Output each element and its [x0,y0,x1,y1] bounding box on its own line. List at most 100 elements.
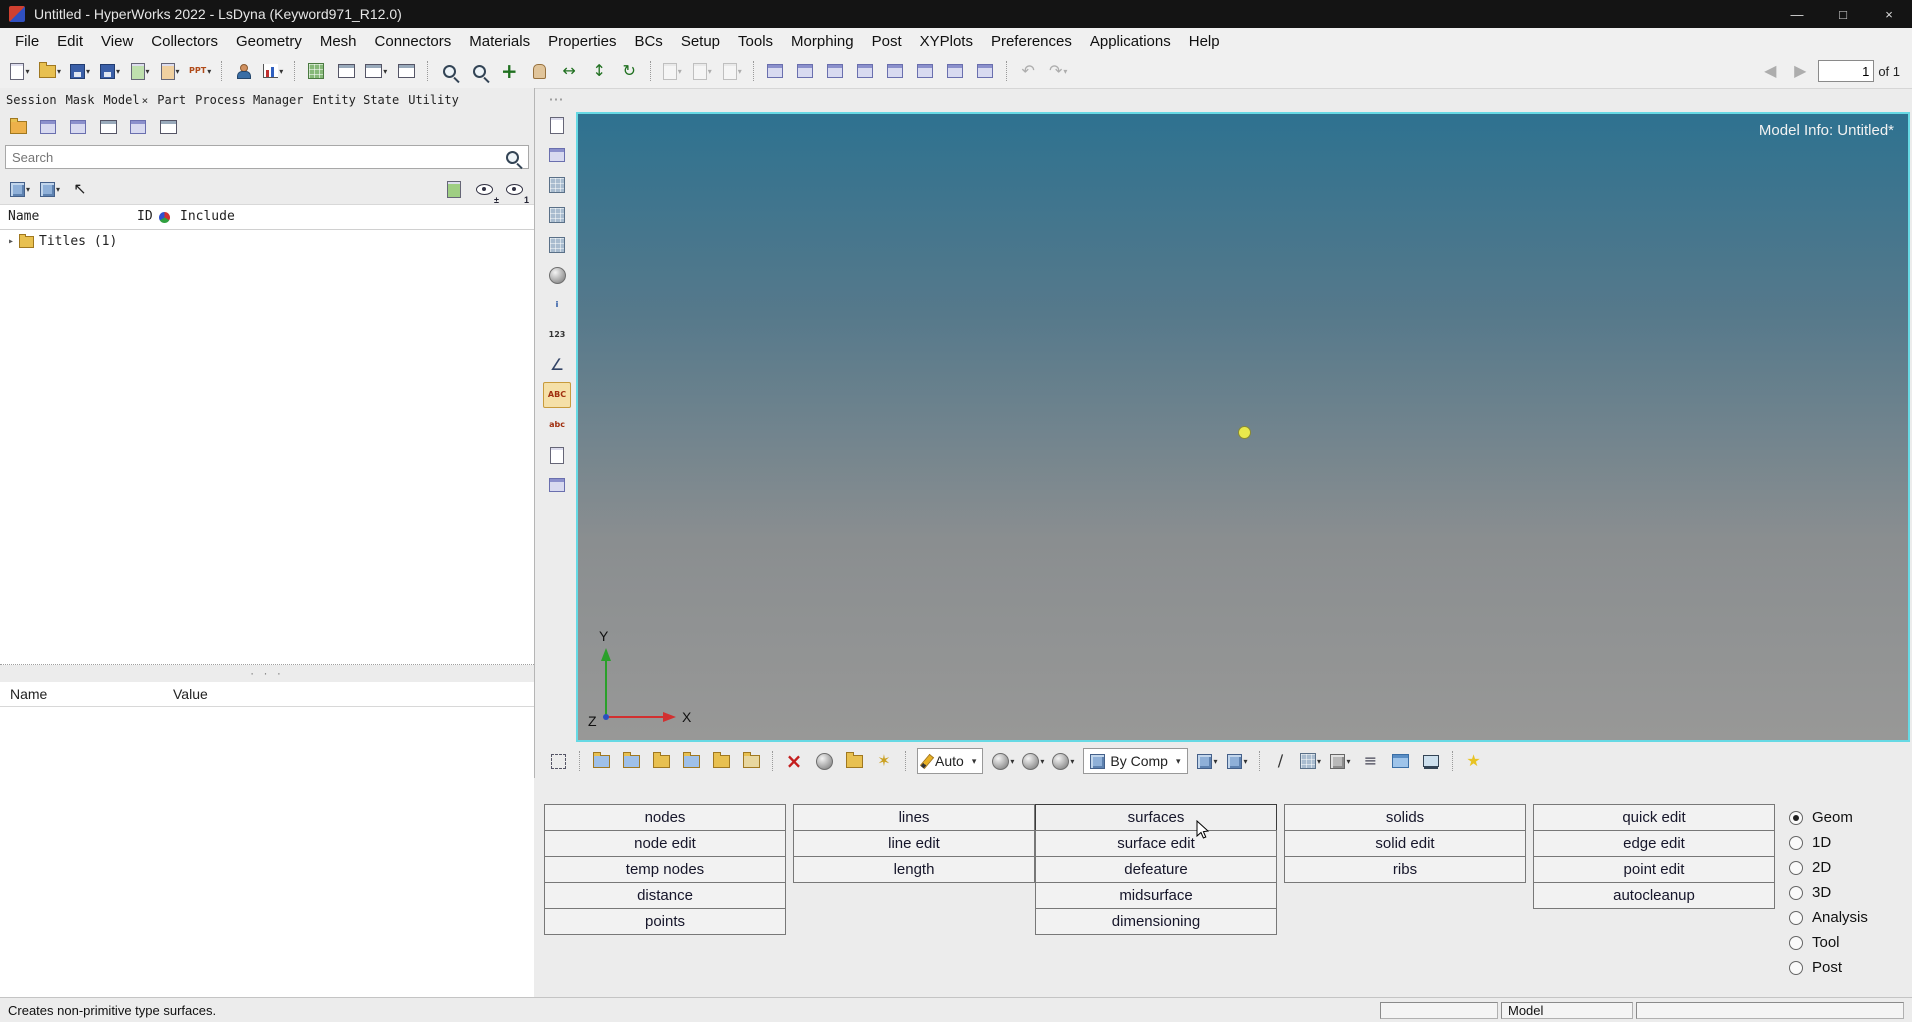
geometry-shade-icon-dropdown[interactable]: ▾ [1243,757,1247,766]
open-session-icon[interactable] [840,747,868,775]
feature-angle-icon[interactable]: ▾ [1297,747,1325,775]
tab-entity-state[interactable]: Entity State [313,93,400,107]
wireframe-icon[interactable]: ∕ [1267,747,1295,775]
delete-entities-icon[interactable]: × [780,747,808,775]
menu-connectors[interactable]: Connectors [366,33,461,50]
export-solver-deck-icon[interactable] [707,747,735,775]
session-folder-icon[interactable] [737,747,765,775]
measure-angle-icon[interactable]: ∠ [543,352,571,378]
pan-hand-icon[interactable] [525,57,553,85]
tags-icon[interactable]: abc [543,412,571,438]
numbering-icon[interactable]: 123 [543,322,571,348]
screen-display-icon[interactable] [543,472,571,498]
menu-file[interactable]: File [6,33,48,50]
performance-monitor-icon[interactable] [1417,747,1445,775]
tab-close-icon[interactable]: × [142,94,149,107]
show-entities-dropdown-icon[interactable]: ▾ [6,175,34,203]
record-window-icon[interactable] [971,57,999,85]
cut-icon-dropdown[interactable]: ▾ [678,67,682,76]
minimize-button[interactable]: — [1774,0,1820,28]
menu-geometry[interactable]: Geometry [227,33,311,50]
panel-button-length[interactable]: length [793,856,1035,883]
matrix-panel-icon[interactable] [543,202,571,228]
maximize-button[interactable]: □ [1820,0,1866,28]
menu-applications[interactable]: Applications [1081,33,1180,50]
geometry-color-mode-dropdown[interactable]: Auto [917,748,984,774]
redo-icon-dropdown[interactable]: ▾ [1063,67,1067,76]
mode-tool[interactable]: Tool [1789,930,1868,955]
publish-ppt-icon[interactable]: PPT ▾ [186,57,214,85]
node-point[interactable] [1238,426,1251,439]
open-file-icon[interactable]: ▾ [36,57,64,85]
radio-icon[interactable] [1789,935,1803,950]
next-page-icon[interactable]: ▶ [1786,57,1814,85]
new-session-icon-dropdown[interactable]: ▾ [25,67,29,76]
favorites-star-icon[interactable]: ★ [1460,747,1488,775]
shaded-geometry-icon-dropdown[interactable]: ▾ [1010,757,1014,766]
spreadsheet-icon[interactable] [543,232,571,258]
tab-part[interactable]: Part [157,93,186,107]
paste-icon[interactable]: ▾ [718,57,746,85]
user-profiles-icon[interactable] [229,57,257,85]
configure-browser-icon[interactable] [94,113,122,141]
menu-edit[interactable]: Edit [48,33,92,50]
dynamic-zoom-icon[interactable]: ↕ [585,57,613,85]
plot-report-icon[interactable]: ▾ [259,57,287,85]
copy-icon[interactable]: ▾ [688,57,716,85]
search-input[interactable] [5,145,529,169]
add-to-collector-icon[interactable] [440,175,468,203]
model-checker-icon[interactable] [543,172,571,198]
titles-text-icon[interactable]: ABC [543,382,571,408]
page-layout-icon[interactable]: ▾ [362,57,390,85]
organize-collectors-icon[interactable] [647,747,675,775]
panel-button-nodes[interactable]: nodes [544,804,786,831]
create-subsystem-icon[interactable] [34,113,62,141]
radio-icon[interactable] [1789,810,1803,825]
save-as-icon[interactable]: ▾ [96,57,124,85]
save-file-icon[interactable]: ▾ [66,57,94,85]
section-cut-icon[interactable] [543,442,571,468]
mesh-shade-icon-dropdown[interactable]: ▾ [1213,757,1217,766]
panel-button-solids[interactable]: solids [1284,804,1526,831]
export-icon[interactable]: ▾ [156,57,184,85]
swap-window-icon[interactable] [941,57,969,85]
entities-view-icon[interactable] [4,113,32,141]
menu-preferences[interactable]: Preferences [982,33,1081,50]
import-solver-deck-icon[interactable] [677,747,705,775]
save-file-icon-dropdown[interactable]: ▾ [86,67,90,76]
menu-post[interactable]: Post [863,33,911,50]
page-number-input[interactable] [1818,60,1875,82]
selector-arrow-icon[interactable]: ↖ [66,175,94,203]
layer-stack-icon[interactable]: ≡ [1357,747,1385,775]
save-model-icon[interactable] [617,747,645,775]
mode-3d[interactable]: 3D [1789,880,1868,905]
panel-button-midsurface[interactable]: midsurface [1035,882,1277,909]
clipboard-icon[interactable] [543,112,571,138]
show-hide-toggle-icon[interactable]: ± [470,175,499,205]
selection-box-icon[interactable] [544,747,572,775]
menu-bcs[interactable]: BCs [625,33,671,50]
tree-item-titles[interactable]: ▸ Titles (1) [0,230,534,249]
tab-mask[interactable]: Mask [66,93,95,107]
filter-entities-icon[interactable] [124,113,152,141]
panel-button-quick-edit[interactable]: quick edit [1533,804,1775,831]
menu-help[interactable]: Help [1180,33,1229,50]
menu-materials[interactable]: Materials [460,33,539,50]
refresh-browser-icon[interactable] [154,113,182,141]
expand-caret-icon[interactable]: ▸ [8,236,14,247]
primitives-sphere-icon[interactable] [810,747,838,775]
save-as-icon-dropdown[interactable]: ▾ [116,67,120,76]
radio-icon[interactable] [1789,960,1803,975]
tab-model[interactable]: Model × [103,93,148,107]
open-file-icon-dropdown[interactable]: ▾ [57,67,61,76]
mode-post[interactable]: Post [1789,955,1868,980]
zoom-icon[interactable] [435,57,463,85]
screen-capture-grid-icon[interactable] [302,57,330,85]
panel-button-point-edit[interactable]: point edit [1533,856,1775,883]
page-layout-icon-dropdown[interactable]: ▾ [383,67,387,76]
display-mode-dropdown-icon[interactable]: ▾ [36,175,64,203]
tab-process-manager[interactable]: Process Manager [195,93,303,107]
delete-page-icon[interactable] [791,57,819,85]
panel-button-edge-edit[interactable]: edge edit [1533,830,1775,857]
side-toolbar-grip[interactable] [538,90,574,108]
